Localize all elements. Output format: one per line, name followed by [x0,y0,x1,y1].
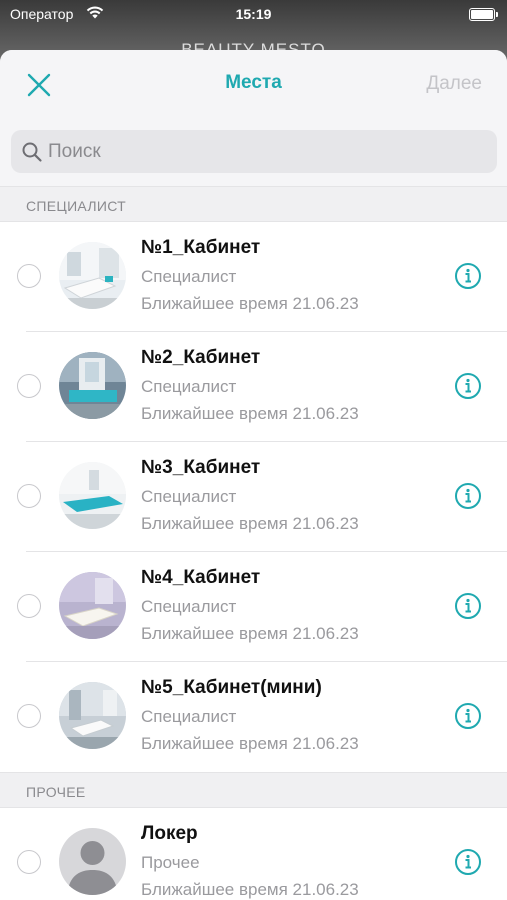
item-title: Локер [141,823,198,844]
navigation-bar: Места Далее [0,50,507,118]
item-title: №1_Кабинет [141,237,261,258]
section-header-other: ПРОЧЕЕ [0,772,507,808]
room-photo [59,572,126,639]
item-nearest-time: Ближайшее время 21.06.23 [141,294,359,313]
item-subtitle: Специалист [141,597,237,616]
info-icon[interactable] [454,482,482,510]
section-header-specialist: СПЕЦИАЛИСТ [0,186,507,222]
item-title: №2_Кабинет [141,347,261,368]
select-radio[interactable] [17,704,41,728]
room-photo [59,352,126,419]
search-field[interactable] [11,130,497,173]
battery-icon [469,8,498,21]
item-title: №4_Кабинет [141,567,261,588]
list-item[interactable]: Локер Прочее Ближайшее время 21.06.23 [0,808,507,900]
room-photo [59,462,126,529]
info-icon[interactable] [454,592,482,620]
room-photo [59,242,126,309]
places-sheet: Места Далее СПЕЦИАЛИСТ №1_Кабинет Специа… [0,50,507,900]
item-subtitle: Специалист [141,487,237,506]
list-item[interactable]: №5_Кабинет(мини) Специалист Ближайшее вр… [0,662,507,772]
search-icon [22,142,42,162]
select-radio[interactable] [17,264,41,288]
item-nearest-time: Ближайшее время 21.06.23 [141,734,359,753]
select-radio[interactable] [17,594,41,618]
item-title: №3_Кабинет [141,457,261,478]
item-nearest-time: Ближайшее время 21.06.23 [141,624,359,643]
room-photo [59,682,126,749]
clock: 15:19 [235,6,272,22]
info-icon[interactable] [454,848,482,876]
select-radio[interactable] [17,850,41,874]
item-title: №5_Кабинет(мини) [141,677,322,698]
info-icon[interactable] [454,702,482,730]
item-subtitle: Прочее [141,853,200,872]
item-subtitle: Специалист [141,707,237,726]
status-bar: Оператор 15:19 [0,0,507,28]
info-icon[interactable] [454,372,482,400]
item-nearest-time: Ближайшее время 21.06.23 [141,404,359,423]
list-item[interactable]: №3_Кабинет Специалист Ближайшее время 21… [0,442,507,552]
places-list: СПЕЦИАЛИСТ №1_Кабинет Специалист Ближайш… [0,186,507,900]
select-radio[interactable] [17,484,41,508]
item-nearest-time: Ближайшее время 21.06.23 [141,880,359,899]
item-nearest-time: Ближайшее время 21.06.23 [141,514,359,533]
select-radio[interactable] [17,374,41,398]
info-icon[interactable] [454,262,482,290]
search-input[interactable] [48,130,488,173]
item-subtitle: Специалист [141,377,237,396]
list-item[interactable]: №1_Кабинет Специалист Ближайшее время 21… [0,222,507,332]
next-button[interactable]: Далее [426,73,482,95]
search-container [0,118,507,186]
person-placeholder-icon [59,828,126,895]
item-subtitle: Специалист [141,267,237,286]
list-item[interactable]: №2_Кабинет Специалист Ближайшее время 21… [0,332,507,442]
list-item[interactable]: №4_Кабинет Специалист Ближайшее время 21… [0,552,507,662]
